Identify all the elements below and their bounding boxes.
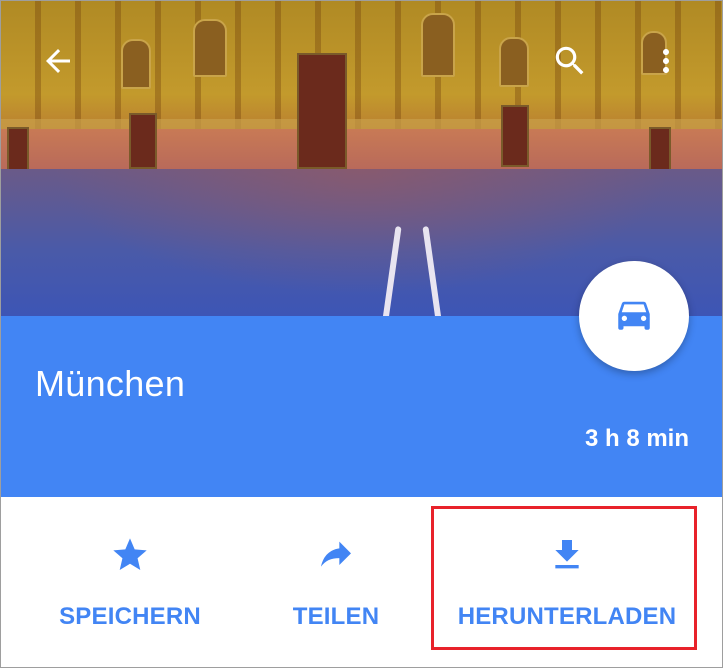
more-vert-icon [648, 43, 684, 84]
star-icon [110, 535, 150, 575]
car-icon [613, 293, 655, 340]
back-button[interactable] [34, 39, 82, 87]
place-card: München 3 h 8 min SPEICHERN TEILEN HERUN… [0, 0, 723, 668]
facade-door [649, 127, 671, 171]
facade-door [7, 127, 29, 171]
travel-duration: 3 h 8 min [584, 425, 689, 452]
facade-door [501, 105, 529, 167]
search-button[interactable] [546, 39, 594, 87]
facade-door [297, 53, 347, 169]
more-options-button[interactable] [642, 39, 690, 87]
share-icon [316, 535, 356, 575]
facade-door [129, 113, 157, 169]
action-row: SPEICHERN TEILEN HERUNTERLADEN [1, 497, 722, 667]
facade-ledge [1, 119, 722, 129]
arrow-back-icon [40, 43, 76, 84]
share-label: TEILEN [292, 603, 380, 630]
download-icon [547, 535, 587, 575]
facade-base [1, 129, 722, 169]
facade-window [193, 19, 227, 77]
facade-window [421, 13, 455, 77]
facade-window [121, 39, 151, 89]
download-label: HERUNTERLADEN [457, 603, 677, 630]
download-button[interactable]: HERUNTERLADEN [441, 497, 693, 667]
save-label: SPEICHERN [59, 603, 201, 630]
place-title: München [35, 363, 186, 404]
facade-window [499, 37, 529, 87]
directions-button[interactable] [579, 261, 689, 371]
share-button[interactable]: TEILEN [263, 497, 409, 667]
search-icon [551, 42, 589, 85]
save-button[interactable]: SPEICHERN [35, 497, 225, 667]
